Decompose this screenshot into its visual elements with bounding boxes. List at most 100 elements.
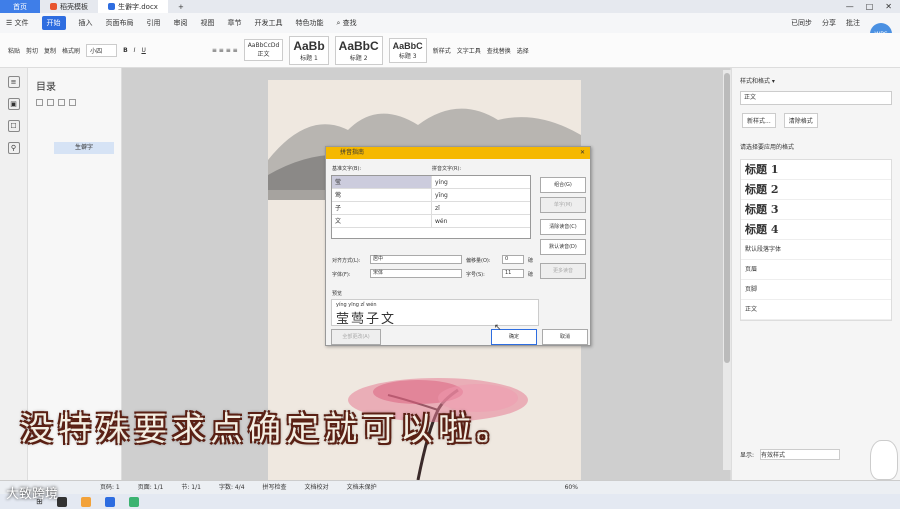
clear-format-button[interactable]: 清除格式 [783,113,818,128]
green-app-icon[interactable] [128,496,139,507]
remove-icon[interactable] [69,99,76,106]
status-word-count[interactable]: 字数: 4/4 [219,481,245,494]
offset-input[interactable]: 0 [502,255,524,264]
pinyin-text-label: 拼音文字(R): [432,166,462,172]
copy-button[interactable]: 复制 [44,46,56,55]
clear-reading-button[interactable]: 清除读音(C) [540,219,586,235]
style-list-heading1[interactable]: 标题 1 [741,160,891,180]
show-filter-select[interactable]: 有效样式 [760,449,841,460]
file-explorer-icon[interactable] [80,496,91,507]
search-taskbar-icon[interactable] [56,496,67,507]
menu-insert[interactable]: 插入 [79,18,93,28]
style-list-heading4[interactable]: 标题 4 [741,220,891,240]
style-heading2[interactable]: AaBbC 标题 2 [334,35,383,65]
more-readings-button[interactable]: 更多读音 [540,263,586,279]
find-icon[interactable]: ⚲ [7,142,20,154]
cut-button[interactable]: 剪切 [26,46,38,55]
bookmark-icon[interactable]: ▣ [7,98,20,110]
new-style-button[interactable]: 新样式 [433,46,451,55]
maximize-icon[interactable]: □ [866,2,874,11]
tab-home[interactable]: 首页 [0,0,40,13]
new-style-panel-button[interactable]: 新样式... [742,113,776,128]
base-cell[interactable]: 子 [332,202,432,214]
size-select[interactable]: 11 [502,269,524,278]
cancel-button[interactable]: 取消 [542,329,588,345]
offset-label: 偏移量(O): [466,258,491,264]
vertical-scrollbar[interactable] [723,70,731,470]
base-cell[interactable]: 莺 [332,189,432,201]
menu-chapter[interactable]: 章节 [228,18,242,28]
font-size-select[interactable]: 小四 [86,43,118,57]
style-list-heading3[interactable]: 标题 3 [741,200,891,220]
menu-view[interactable]: 视图 [201,18,215,28]
text-tools-button[interactable]: 文字工具 [457,46,481,55]
style-list-normal[interactable]: 正文 [741,300,891,320]
pinyin-row[interactable]: 莹 yíng [332,176,530,189]
menu-review[interactable]: 审阅 [174,18,188,28]
pinyin-row[interactable]: 子 zǐ [332,202,530,215]
pinyin-cell[interactable]: yíng [432,176,448,188]
bold-button[interactable]: B [123,47,128,54]
style-list-header[interactable]: 页眉 [741,260,891,280]
style-list-footer[interactable]: 页脚 [741,280,891,300]
zoom-level[interactable]: 60% [565,481,578,494]
format-painter-button[interactable]: 格式刷 [62,46,80,55]
paste-button[interactable]: 粘贴 [8,46,20,55]
pinyin-guide-dialog: 拼音指南 ✕ 基准文字(B): 拼音文字(R): 莹 yíng 莺 yīng 子 zǐ… [325,146,591,346]
font-select[interactable]: 宋体 [370,269,462,278]
single-char-button[interactable]: 单字(M) [540,197,586,213]
select-button[interactable]: 选择 [517,46,529,55]
tab-templates[interactable]: 稻壳模板 [40,0,98,13]
collapse-icon[interactable] [36,99,43,106]
share-button[interactable]: 分享 [822,18,836,28]
status-protect[interactable]: 文档未保护 [347,481,377,494]
search-button[interactable]: ⌕ 查找 [337,18,357,28]
menu-features[interactable]: 特色功能 [296,18,324,28]
menu-references[interactable]: 引用 [147,18,161,28]
combine-button[interactable]: 组合(G) [540,177,586,193]
menu-developer[interactable]: 开发工具 [255,18,283,28]
style-heading3[interactable]: AaBbC 标题 3 [388,37,427,63]
close-icon[interactable]: ✕ [885,2,892,11]
style-list-heading2[interactable]: 标题 2 [741,180,891,200]
nav-item-heading[interactable]: 生僻字 [54,142,114,154]
minimize-icon[interactable]: — [846,2,854,11]
word-app-icon[interactable] [104,496,115,507]
expand-icon[interactable] [47,99,54,106]
new-tab-button[interactable]: + [168,0,194,13]
base-cell[interactable]: 文 [332,215,432,227]
file-menu[interactable]: ☰ 文件 [6,18,29,28]
page-icon[interactable]: ☐ [7,120,20,132]
outline-icon[interactable]: ≡ [7,76,20,88]
base-cell[interactable]: 莹 [332,176,432,188]
style-heading3-sample: AaBbC [392,40,423,51]
tab-document[interactable]: 生僻字.docx [98,0,168,13]
menu-layout[interactable]: 页面布局 [106,18,134,28]
scrollbar-thumb[interactable] [724,73,730,363]
change-all-button[interactable]: 全部更改(A) [331,329,381,345]
add-icon[interactable] [58,99,65,106]
comment-button[interactable]: 批注 [846,18,860,28]
status-proofread[interactable]: 文档校对 [305,481,329,494]
style-heading1[interactable]: AaBb 标题 1 [289,35,329,65]
dialog-close-icon[interactable]: ✕ [580,147,585,159]
align-buttons[interactable]: ≡ ≡ ≡ ≡ [212,47,238,54]
style-heading3-label: 标题 3 [398,52,417,60]
style-list-default-font[interactable]: 默认段落字体 [741,240,891,260]
pinyin-cell[interactable]: yīng [432,189,448,201]
pinyin-cell[interactable]: zǐ [432,202,440,214]
status-spell-check[interactable]: 拼写检查 [263,481,287,494]
pinyin-cell[interactable]: wén [432,215,447,227]
pinyin-row[interactable]: 莺 yīng [332,189,530,202]
underline-button[interactable]: U [141,47,145,54]
align-select[interactable]: 居中 [370,255,462,264]
current-style-field[interactable]: 正文 [740,91,892,105]
style-normal[interactable]: AaBbCcDd 正文 [243,39,284,61]
pinyin-row[interactable]: 文 wén [332,215,530,228]
italic-button[interactable]: I [134,47,136,54]
find-replace-button[interactable]: 查找替换 [487,46,511,55]
menu-start[interactable]: 开始 [41,16,66,30]
sync-status[interactable]: 已同步 [791,18,812,28]
default-reading-button[interactable]: 默认读音(D) [540,239,586,255]
nav-title: 目录 [36,82,56,93]
